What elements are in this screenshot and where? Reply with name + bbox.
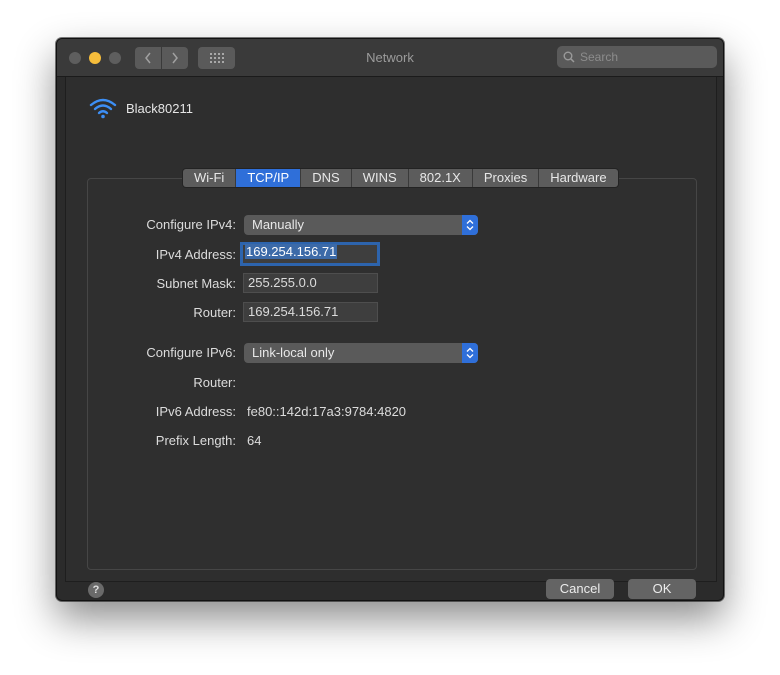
prefix-length-value: 64 [247, 433, 262, 448]
configure-ipv6-select[interactable]: Link-local only [244, 343, 478, 363]
tab-dns[interactable]: DNS [301, 169, 352, 187]
tab-bar: Wi-Fi TCP/IP DNS WINS 802.1X Proxies Har… [182, 168, 619, 188]
configure-ipv6-value: Link-local only [252, 345, 335, 360]
ipv4-address-value: 169.254.156.71 [245, 244, 338, 259]
help-button[interactable]: ? [88, 582, 104, 598]
configure-ipv4-select[interactable]: Manually [244, 215, 478, 235]
tab-8021x[interactable]: 802.1X [408, 169, 473, 187]
ipv4-address-label: IPv4 Address: [155, 247, 236, 262]
tab-hardware[interactable]: Hardware [539, 169, 618, 187]
network-window: Network Search Black80211 Wi-Fi TCP/IP D… [56, 38, 724, 601]
prefix-length-label: Prefix Length: [155, 433, 236, 448]
wifi-icon [89, 98, 117, 119]
tab-tcpip[interactable]: TCP/IP [236, 169, 302, 187]
ipv4-router-field[interactable]: 169.254.156.71 [243, 302, 378, 322]
ipv4-address-field[interactable]: 169.254.156.71 [240, 242, 380, 266]
subnet-mask-field[interactable]: 255.255.0.0 [243, 273, 378, 293]
ipv6-address-value: fe80::142d:17a3:9784:4820 [247, 404, 407, 419]
tab-wins[interactable]: WINS [351, 169, 409, 187]
content-area: Black80211 Wi-Fi TCP/IP DNS WINS 802.1X … [65, 77, 717, 599]
configure-ipv6-label: Configure IPv6: [146, 345, 236, 360]
tab-proxies[interactable]: Proxies [472, 169, 540, 187]
cancel-button[interactable]: Cancel [546, 579, 614, 599]
ok-button[interactable]: OK [628, 579, 696, 599]
search-icon [563, 51, 575, 63]
subnet-mask-label: Subnet Mask: [156, 276, 237, 291]
interface-header: Black80211 [88, 97, 193, 119]
select-arrows-icon [462, 343, 478, 363]
tab-wifi[interactable]: Wi-Fi [183, 169, 237, 187]
interface-name: Black80211 [126, 100, 193, 116]
ipv4-router-label: Router: [193, 305, 236, 320]
ipv6-address-label: IPv6 Address: [155, 404, 236, 419]
search-field[interactable]: Search [557, 46, 717, 68]
ipv6-router-label: Router: [193, 375, 236, 390]
search-placeholder: Search [580, 50, 619, 64]
configure-ipv4-value: Manually [252, 217, 305, 232]
configure-ipv4-label: Configure IPv4: [146, 217, 236, 232]
settings-panel [87, 178, 697, 570]
select-arrows-icon [462, 215, 478, 235]
title-bar: Network Search [57, 39, 723, 77]
